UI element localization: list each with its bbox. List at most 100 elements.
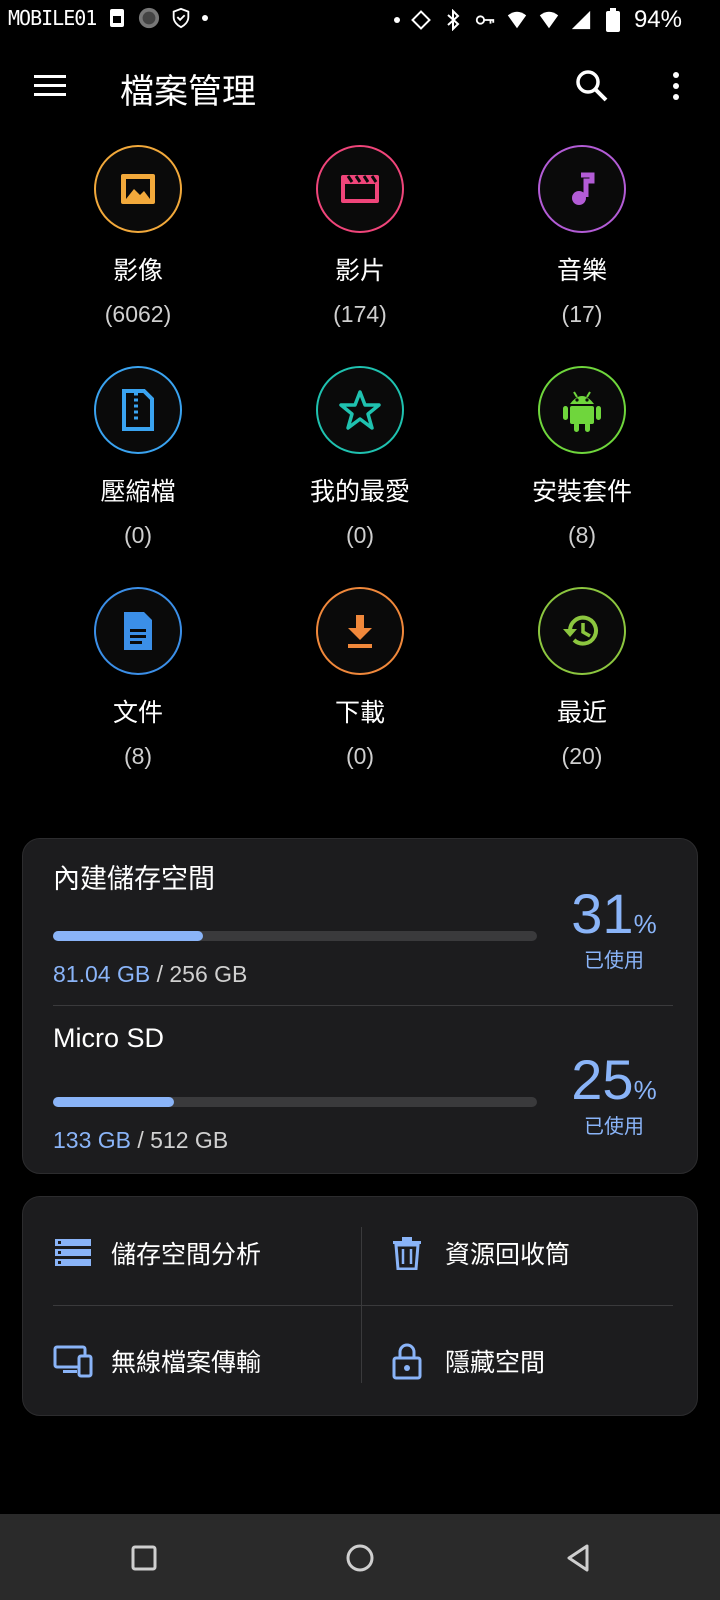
search-icon[interactable] [572,66,612,106]
storage-card: 內建儲存空間 81.04 GB / 256 GB 31% 已使用 Micro S… [22,838,698,1174]
tool-recycle-bin[interactable]: 資源回收筒 [387,1203,687,1303]
storage-microsd[interactable]: Micro SD 133 GB / 512 GB 25% 已使用 [53,1005,673,1165]
mi-icon [138,7,160,29]
category-count: (8) [567,522,597,548]
category-downloads[interactable]: 下載 (0) [250,587,470,770]
more-vert-icon[interactable] [656,66,696,106]
category-count: (6062) [104,301,172,327]
category-count: (0) [345,743,375,769]
status-bar: MOBILE01 94% [0,0,720,44]
category-images[interactable]: 影像 (6062) [28,145,248,328]
battery-icon [602,8,624,32]
video-icon [316,145,404,233]
recents-icon[interactable] [122,1536,166,1580]
category-label: 安裝套件 [531,477,632,506]
percent-sign: % [633,1075,657,1105]
storage-progress-bar [53,931,537,941]
storage-name: 內建儲存空間 [53,864,215,894]
category-label: 我的最愛 [309,477,410,506]
notification-dot [393,17,400,23]
tool-label: 儲存空間分析 [111,1240,262,1269]
trash-icon [387,1233,427,1273]
wifi-icon [506,9,528,31]
category-label: 下載 [334,698,385,727]
tools-card: 儲存空間分析 資源回收筒 無線檔案傳輸 隱藏空間 [22,1196,698,1416]
category-label: 影像 [112,256,163,285]
home-icon[interactable] [338,1536,382,1580]
storage-total: / 256 GB [150,961,248,987]
tool-label: 無線檔案傳輸 [111,1348,262,1377]
hamburger-menu-icon[interactable] [30,66,70,106]
category-videos[interactable]: 影片 (174) [250,145,470,328]
star-icon [316,366,404,454]
category-label: 影片 [334,256,385,285]
category-label: 最近 [556,698,607,727]
tool-wireless-transfer[interactable]: 無線檔案傳輸 [53,1311,353,1411]
category-label: 音樂 [556,256,607,285]
rotate-icon [410,9,432,31]
percent-value: 31 [571,882,634,945]
sim-icon [106,7,128,29]
category-apks[interactable]: 安裝套件 (8) [472,366,692,549]
category-favorites[interactable]: 我的最愛 (0) [250,366,470,549]
category-label: 文件 [112,698,163,727]
vpn-key-icon [474,9,496,31]
storage-progress-fill [53,1097,174,1107]
divider [53,1305,673,1306]
image-icon [94,145,182,233]
bluetooth-icon [442,9,464,31]
divider-vertical [361,1227,362,1383]
category-label: 壓縮檔 [100,477,176,506]
history-icon [538,587,626,675]
storage-used: 133 GB [53,1127,131,1153]
music-icon [538,145,626,233]
app-bar: 檔案管理 [0,44,720,130]
status-right: 94% [393,6,682,34]
back-icon[interactable] [556,1536,600,1580]
shield-icon [170,7,192,29]
wifi-icon-2 [538,9,560,31]
brand-watermark: MOBILE01 [8,6,97,30]
category-music[interactable]: 音樂 (17) [472,145,692,328]
archive-icon [94,366,182,454]
tool-storage-analysis[interactable]: 儲存空間分析 [53,1203,353,1303]
storage-total: / 512 GB [131,1127,229,1153]
category-count: (0) [123,522,153,548]
category-recent[interactable]: 最近 (20) [472,587,692,770]
category-count: (0) [345,522,375,548]
lock-icon [387,1341,427,1381]
category-count: (174) [333,301,387,327]
percent-sign: % [633,909,657,939]
page-title: 檔案管理 [120,72,256,112]
category-count: (20) [561,743,603,769]
storage-size: 81.04 GB / 256 GB [53,961,247,988]
android-icon [538,366,626,454]
storage-percent: 25% 已使用 [559,1047,669,1139]
document-icon [94,587,182,675]
used-label: 已使用 [584,1114,644,1138]
tool-label: 資源回收筒 [445,1240,571,1269]
battery-percent: 94% [633,6,682,33]
tool-hidden-space[interactable]: 隱藏空間 [387,1311,687,1411]
category-count: (17) [561,301,603,327]
category-documents[interactable]: 文件 (8) [28,587,248,770]
storage-used: 81.04 GB [53,961,151,987]
storage-size: 133 GB / 512 GB [53,1127,228,1154]
storage-percent: 31% 已使用 [559,881,669,973]
category-archives[interactable]: 壓縮檔 (0) [28,366,248,549]
storage-name: Micro SD [53,1023,165,1053]
tool-label: 隱藏空間 [445,1348,546,1377]
signal-icon [570,9,592,31]
storage-internal[interactable]: 內建儲存空間 81.04 GB / 256 GB 31% 已使用 [53,839,673,999]
wireless-transfer-icon [53,1341,93,1381]
category-count: (8) [123,743,153,769]
status-left: MOBILE01 [8,6,209,30]
percent-value: 25 [571,1048,634,1111]
notification-dot [202,15,209,21]
system-nav-bar [0,1514,720,1600]
storage-progress-bar [53,1097,537,1107]
used-label: 已使用 [584,948,644,972]
download-icon [316,587,404,675]
storage-progress-fill [53,931,204,941]
storage-analysis-icon [53,1233,93,1273]
